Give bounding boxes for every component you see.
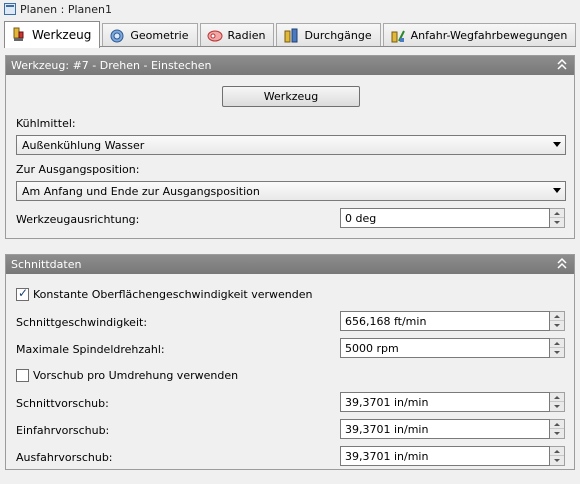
schnittdaten-panel-header[interactable]: Schnittdaten xyxy=(6,255,574,274)
schnittdaten-panel: Schnittdaten Konstante Oberflächengeschw… xyxy=(5,254,575,470)
coolant-value: Außenkühlung Wasser xyxy=(22,138,145,152)
lead-in-feed-value: 39,3701 in/min xyxy=(345,422,429,436)
lead-out-feed-input[interactable]: 39,3701 in/min xyxy=(340,446,550,466)
tab-label: Werkzeug xyxy=(32,27,92,42)
lead-out-feed-value: 39,3701 in/min xyxy=(345,449,429,463)
cut-speed-label: Schnittgeschwindigkeit: xyxy=(16,316,148,329)
max-spindle-stepper[interactable] xyxy=(550,338,565,358)
tab-durchgaenge[interactable]: Durchgänge xyxy=(276,23,381,47)
tab-anfahr-wegfahrbewegungen[interactable]: Anfahr-Wegfahrbewegungen xyxy=(382,23,577,47)
window-title: Planen : Planen1 xyxy=(20,2,112,16)
collapse-icon[interactable] xyxy=(556,257,568,271)
spin-up-icon[interactable] xyxy=(550,312,564,321)
home-position-label: Zur Ausgangsposition: xyxy=(16,163,140,176)
constant-surface-speed-checkbox[interactable] xyxy=(16,286,29,301)
werkzeug-panel: Werkzeug: #7 - Drehen - Einstechen Werkz… xyxy=(5,55,575,239)
lead-in-feed-stepper[interactable] xyxy=(550,419,565,439)
tab-werkzeug[interactable]: Werkzeug xyxy=(4,21,101,48)
tab-label: Geometrie xyxy=(130,29,189,42)
cut-feed-label: Schnittvorschub: xyxy=(16,397,109,410)
geometry-icon xyxy=(109,28,125,44)
spin-down-icon[interactable] xyxy=(550,402,564,411)
orientation-value: 0 deg xyxy=(345,211,377,225)
lead-in-feed-label: Einfahrvorschub: xyxy=(16,424,110,437)
coolant-select[interactable]: Außenkühlung Wasser xyxy=(16,135,566,155)
lead-out-feed-stepper[interactable] xyxy=(550,446,565,466)
tab-radien[interactable]: Radien xyxy=(199,23,275,47)
lead-in-feed-input[interactable]: 39,3701 in/min xyxy=(340,419,550,439)
home-position-value: Am Anfang und Ende zur Ausgangsposition xyxy=(22,184,260,198)
tab-label: Durchgänge xyxy=(304,29,372,42)
window-icon xyxy=(4,3,16,15)
orientation-input[interactable]: 0 deg xyxy=(340,208,550,228)
approach-icon xyxy=(390,28,406,44)
cut-speed-input[interactable]: 656,168 ft/min xyxy=(340,311,550,331)
feed-per-revolution-label: Vorschub pro Umdrehung verwenden xyxy=(33,369,239,382)
coolant-label: Kühlmittel: xyxy=(16,117,76,130)
cut-feed-value: 39,3701 in/min xyxy=(345,395,429,409)
werkzeug-button[interactable]: Werkzeug xyxy=(222,86,360,107)
spin-down-icon[interactable] xyxy=(550,218,564,227)
cut-speed-value: 656,168 ft/min xyxy=(345,314,427,328)
chevron-down-icon xyxy=(553,142,561,147)
spin-up-icon[interactable] xyxy=(550,339,564,348)
spin-down-icon[interactable] xyxy=(550,321,564,330)
tab-geometrie[interactable]: Geometrie xyxy=(102,23,198,47)
spin-down-icon[interactable] xyxy=(550,348,564,357)
werkzeug-panel-title: Werkzeug: #7 - Drehen - Einstechen xyxy=(11,59,212,72)
spin-up-icon[interactable] xyxy=(550,393,564,402)
schnittdaten-panel-title: Schnittdaten xyxy=(11,258,82,271)
werkzeug-panel-header[interactable]: Werkzeug: #7 - Drehen - Einstechen xyxy=(6,56,574,75)
spin-up-icon[interactable] xyxy=(550,209,564,218)
cut-feed-stepper[interactable] xyxy=(550,392,565,412)
collapse-icon[interactable] xyxy=(556,58,568,72)
home-position-select[interactable]: Am Anfang und Ende zur Ausgangsposition xyxy=(16,181,566,201)
tab-label: Anfahr-Wegfahrbewegungen xyxy=(410,29,568,42)
radii-icon xyxy=(207,28,223,44)
spin-up-icon[interactable] xyxy=(550,447,564,456)
lead-out-feed-label: Ausfahrvorschub: xyxy=(16,451,113,464)
spin-down-icon[interactable] xyxy=(550,429,564,438)
constant-surface-speed-label: Konstante Oberflächengeschwindigkeit ver… xyxy=(33,288,313,301)
spin-up-icon[interactable] xyxy=(550,420,564,429)
max-spindle-value: 5000 rpm xyxy=(345,341,399,355)
spin-down-icon[interactable] xyxy=(550,456,564,465)
title-bar: Planen : Planen1 xyxy=(0,0,580,18)
tool-icon xyxy=(11,27,27,43)
chevron-down-icon xyxy=(553,188,561,193)
tab-label: Radien xyxy=(227,29,266,42)
tab-strip: Werkzeug Geometrie Radien Durchgänge Anf… xyxy=(4,20,577,48)
feed-per-revolution-checkbox[interactable] xyxy=(16,369,29,382)
max-spindle-label: Maximale Spindeldrehzahl: xyxy=(16,343,165,356)
orientation-stepper[interactable] xyxy=(550,208,565,228)
passes-icon xyxy=(283,28,299,44)
cut-speed-stepper[interactable] xyxy=(550,311,565,331)
orientation-label: Werkzeugausrichtung: xyxy=(16,213,140,226)
max-spindle-input[interactable]: 5000 rpm xyxy=(340,338,550,358)
cut-feed-input[interactable]: 39,3701 in/min xyxy=(340,392,550,412)
